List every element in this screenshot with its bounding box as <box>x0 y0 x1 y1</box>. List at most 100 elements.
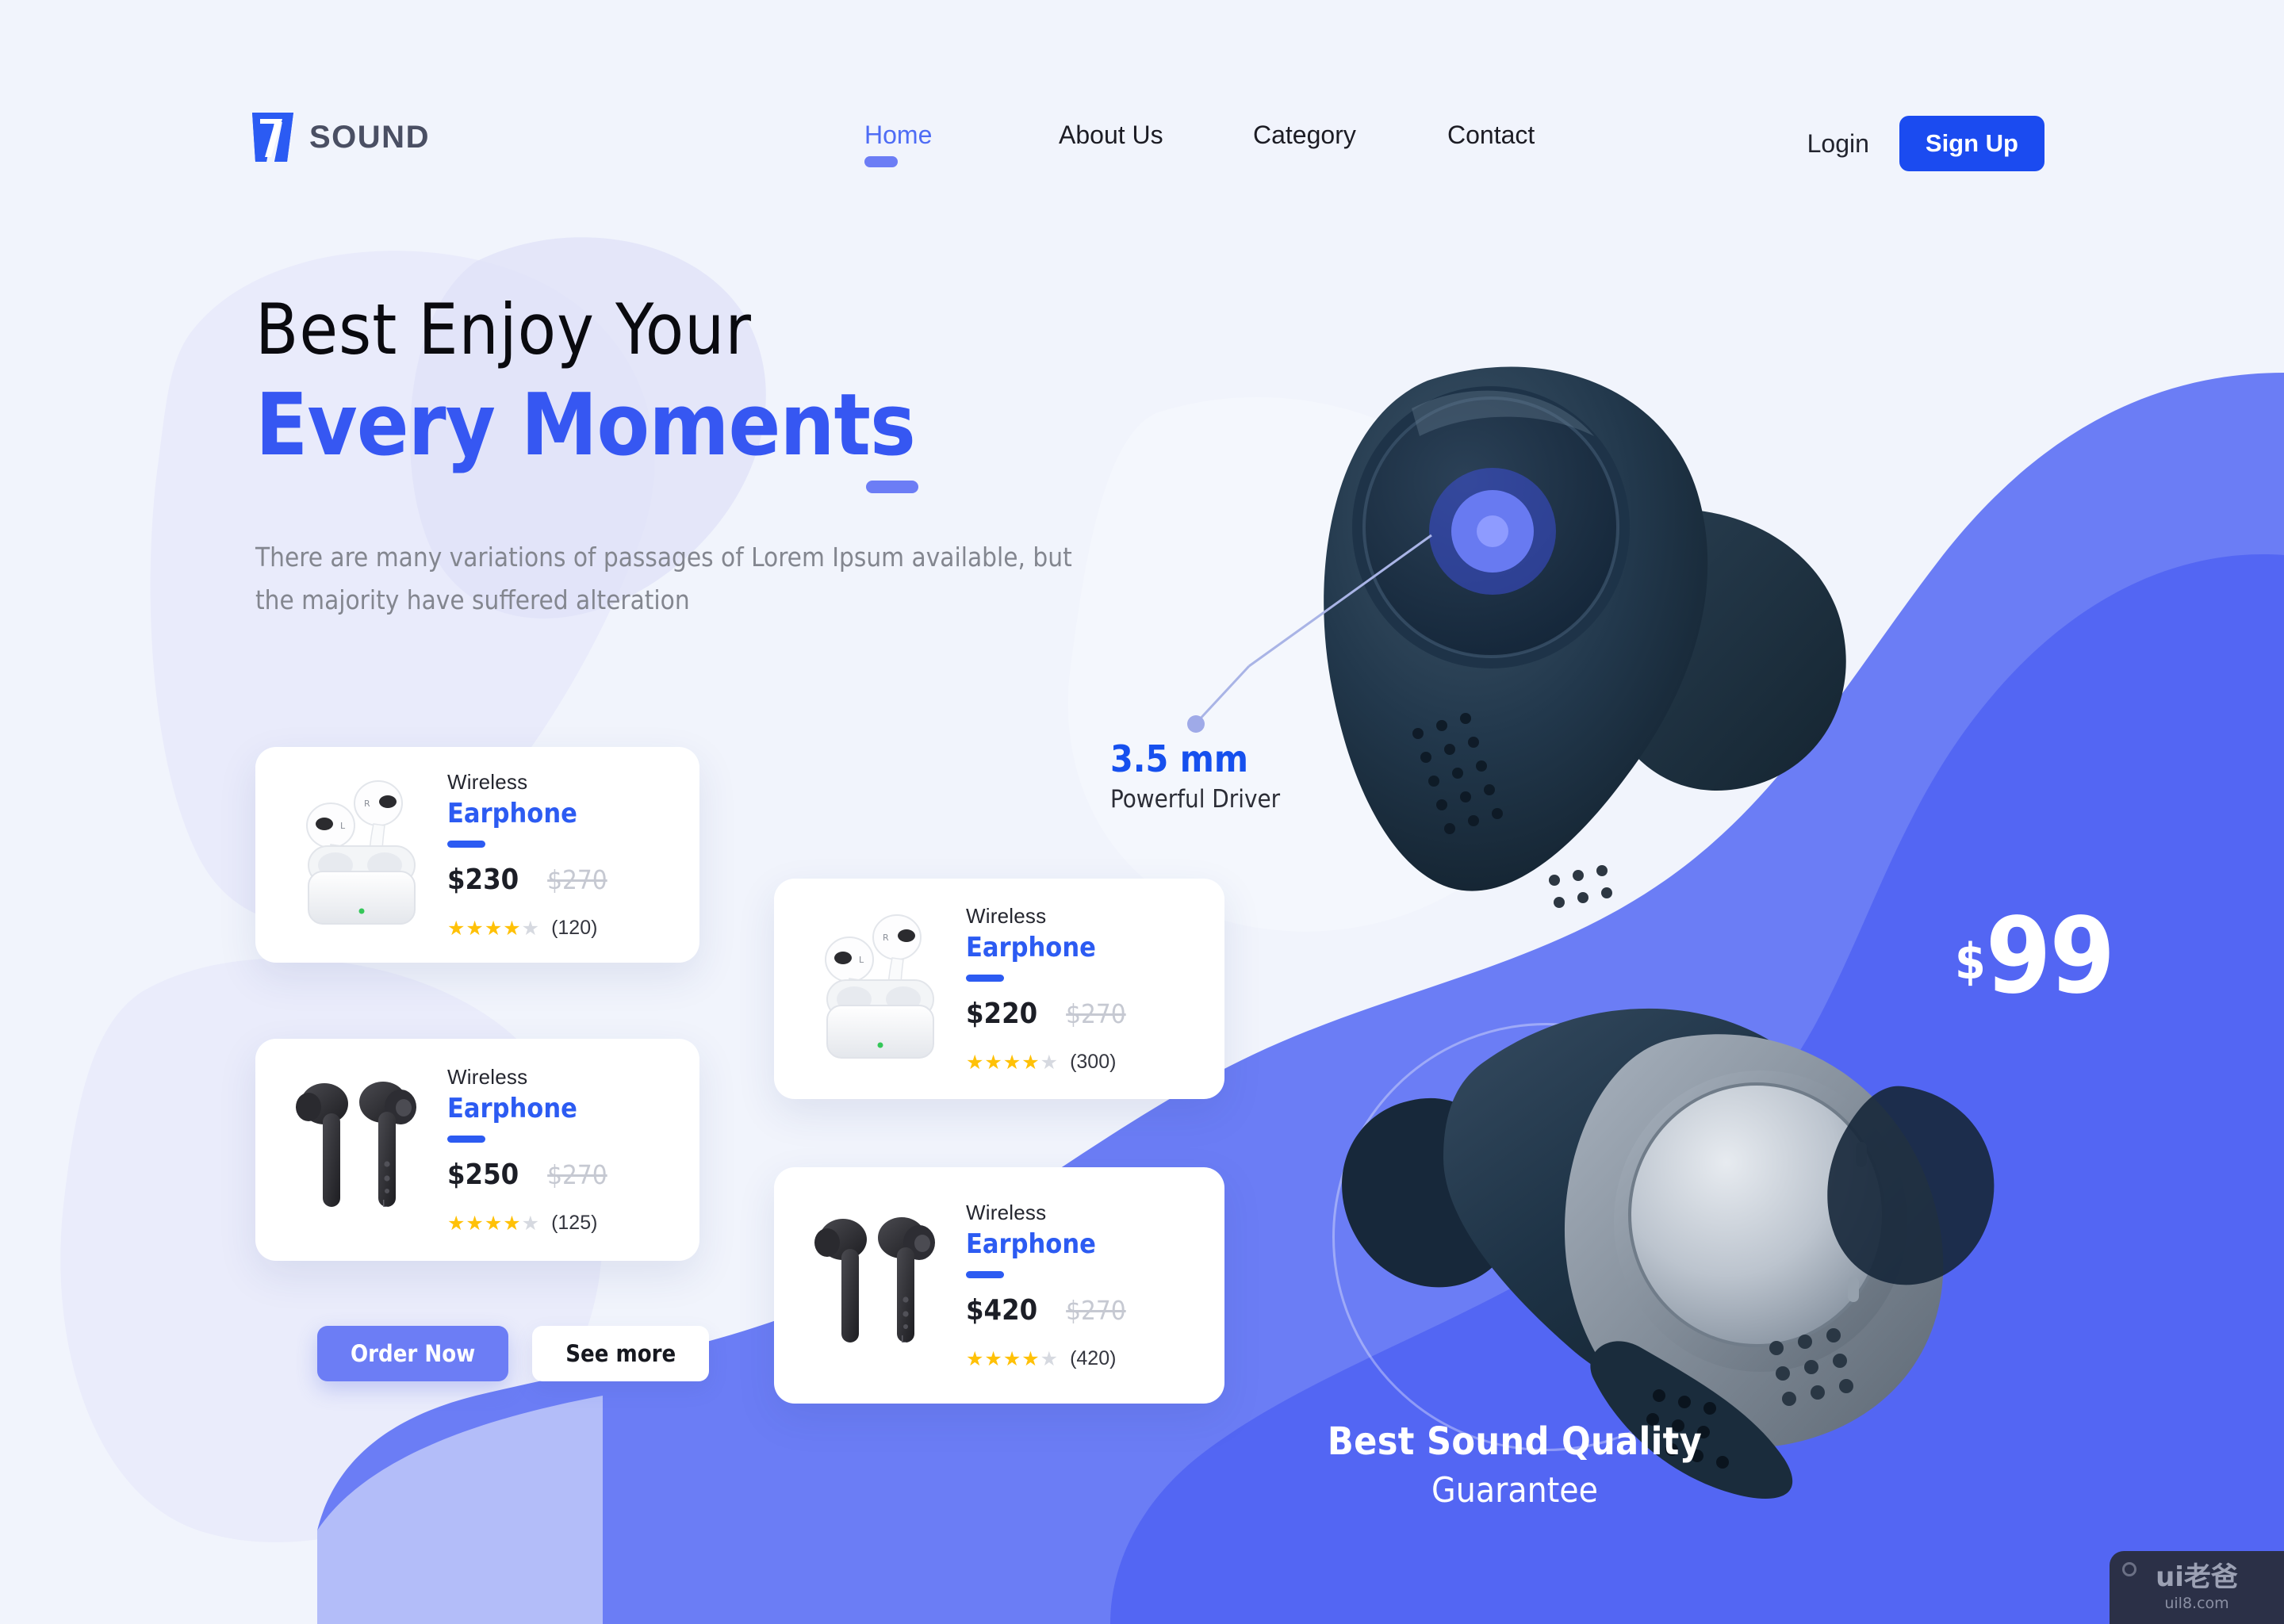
hero-headline-line-2-text: Every Moments <box>255 376 916 476</box>
product-old-price: $270 <box>1066 1295 1126 1326</box>
product-image-white-earbuds: L R <box>274 770 447 940</box>
product-rating-count: (300) <box>1070 1051 1117 1073</box>
see-more-button[interactable]: See more <box>532 1326 710 1381</box>
svg-text:L: L <box>382 1198 388 1209</box>
product-title-rule <box>966 975 1004 982</box>
guarantee-subtitle: Guarantee <box>1431 1470 1598 1511</box>
product-title: Earphone <box>447 798 577 829</box>
hero-headline-line-1: Best Enjoy Your <box>255 289 752 370</box>
svg-text:R: R <box>883 933 889 943</box>
product-title-rule <box>447 841 485 848</box>
order-now-button[interactable]: Order Now <box>317 1326 509 1381</box>
nav-item-contact[interactable]: Contact <box>1447 121 1535 167</box>
white-wedge <box>317 1396 603 1624</box>
svg-text:R: R <box>364 799 370 809</box>
site-header: SOUND Home About Us Category Contact Log… <box>0 0 2284 190</box>
product-card[interactable]: L R Wireless Earphone $220 $270 ★★★★★ (3… <box>774 879 1224 1099</box>
product-rating-row: ★★★★★ (420) <box>966 1347 1201 1370</box>
watermark-badge: ui老爸 uil8.com <box>2110 1551 2284 1624</box>
watermark-sub-text: uil8.com <box>2164 1594 2229 1612</box>
nav-item-category[interactable]: Category <box>1253 121 1356 167</box>
product-stars: ★★★★★ <box>447 1212 541 1235</box>
product-eyebrow: Wireless <box>966 1201 1047 1224</box>
product-info: Wireless Earphone $250 $270 ★★★★★ (125) <box>447 1065 676 1235</box>
product-card[interactable]: L Wireless Earphone $250 $270 ★★★★★ (125… <box>255 1039 699 1261</box>
logo-text: SOUND <box>309 119 430 155</box>
seven-logo-icon <box>251 111 295 163</box>
sign-up-button[interactable]: Sign Up <box>1899 116 2044 171</box>
svg-text:L: L <box>859 955 864 965</box>
product-image-black-earbuds: L <box>793 1198 966 1373</box>
product-rating-count: (420) <box>1070 1347 1117 1369</box>
nav-active-underline <box>864 156 898 167</box>
product-stars: ★★★★★ <box>447 917 541 940</box>
hero-subtitle: There are many variations of passages of… <box>255 541 1072 616</box>
watermark-circle-icon <box>2122 1562 2136 1576</box>
product-image-black-earbuds: L <box>274 1063 447 1237</box>
product-title: Earphone <box>447 1093 577 1124</box>
product-stars: ★★★★★ <box>966 1347 1060 1370</box>
product-title: Earphone <box>966 932 1096 963</box>
product-info: Wireless Earphone $230 $270 ★★★★★ (120) <box>447 770 676 940</box>
product-title-rule <box>966 1271 1004 1278</box>
product-eyebrow: Wireless <box>447 770 528 794</box>
product-old-price: $270 <box>547 864 607 895</box>
logo[interactable]: SOUND <box>251 111 430 163</box>
product-price-row: $230 $270 <box>447 864 676 896</box>
landing-page: SOUND Home About Us Category Contact Log… <box>0 0 2284 1624</box>
watermark-main-text: ui老爸 <box>2156 1561 2238 1593</box>
product-info: Wireless Earphone $420 $270 ★★★★★ (420) <box>966 1201 1201 1370</box>
login-link[interactable]: Login <box>1807 129 1869 159</box>
driver-callout-value: 3.5 mm <box>1110 737 1248 780</box>
nav-item-home-label: Home <box>864 121 933 149</box>
nav-item-category-label: Category <box>1253 121 1356 149</box>
hero-accent-bar <box>865 480 918 493</box>
product-price-row: $250 $270 <box>447 1159 676 1191</box>
product-card[interactable]: L R Wireless Earphone $230 $270 ★★★★★ (1… <box>255 747 699 963</box>
product-price: $250 <box>447 1159 519 1191</box>
product-price-row: $220 $270 <box>966 998 1201 1030</box>
product-price: $220 <box>966 998 1038 1030</box>
product-image-white-earbuds: L R <box>793 904 966 1074</box>
product-rating-row: ★★★★★ (300) <box>966 1051 1201 1074</box>
nav-slot-contact: Contact <box>1447 121 1642 167</box>
nav-slot-category: Category <box>1253 121 1447 167</box>
nav-slot-home: Home <box>864 121 1059 167</box>
price-badge-amount: 99 <box>1985 895 2115 1017</box>
product-rating-row: ★★★★★ (120) <box>447 917 676 940</box>
product-price: $230 <box>447 864 519 896</box>
product-old-price: $270 <box>1066 998 1126 1029</box>
main-navigation: Home About Us Category Contact <box>864 121 1642 167</box>
product-old-price: $270 <box>547 1159 607 1190</box>
svg-text:L: L <box>340 821 346 831</box>
product-rating-count: (125) <box>551 1212 598 1234</box>
earbud-hero-image-top <box>1213 333 1927 959</box>
product-eyebrow: Wireless <box>447 1065 528 1089</box>
product-eyebrow: Wireless <box>966 904 1047 928</box>
hero-headline-line-2: Every Moments <box>255 381 918 493</box>
product-title: Earphone <box>966 1228 1096 1260</box>
guarantee-block: Best Sound Quality Guarantee <box>1237 1419 1792 1511</box>
product-title-rule <box>447 1136 485 1143</box>
guarantee-title: Best Sound Quality <box>1327 1419 1703 1464</box>
nav-slot-about: About Us <box>1059 121 1253 167</box>
price-badge-currency: $ <box>1955 933 1986 990</box>
product-price: $420 <box>966 1294 1038 1327</box>
driver-callout-label: Powerful Driver <box>1110 785 1281 814</box>
product-card[interactable]: L Wireless Earphone $420 $270 ★★★★★ (420… <box>774 1167 1224 1404</box>
hero-cta-row: Order Now See more <box>317 1326 710 1381</box>
product-rating-row: ★★★★★ (125) <box>447 1212 676 1235</box>
product-stars: ★★★★★ <box>966 1051 1060 1074</box>
driver-callout: 3.5 mm Powerful Driver <box>1110 737 1280 814</box>
hero-section: Best Enjoy Your Every Moments There are … <box>255 293 1144 622</box>
price-badge: $ 99 <box>1955 895 2115 1017</box>
nav-item-about-us-label: About Us <box>1059 121 1163 149</box>
nav-item-home[interactable]: Home <box>864 121 932 167</box>
product-price-row: $420 $270 <box>966 1294 1201 1327</box>
auth-actions: Login Sign Up <box>1807 116 2044 171</box>
svg-text:L: L <box>901 1334 906 1345</box>
product-info: Wireless Earphone $220 $270 ★★★★★ (300) <box>966 904 1201 1074</box>
nav-item-about-us[interactable]: About Us <box>1059 121 1163 167</box>
product-rating-count: (120) <box>551 917 598 939</box>
nav-item-contact-label: Contact <box>1447 121 1535 149</box>
